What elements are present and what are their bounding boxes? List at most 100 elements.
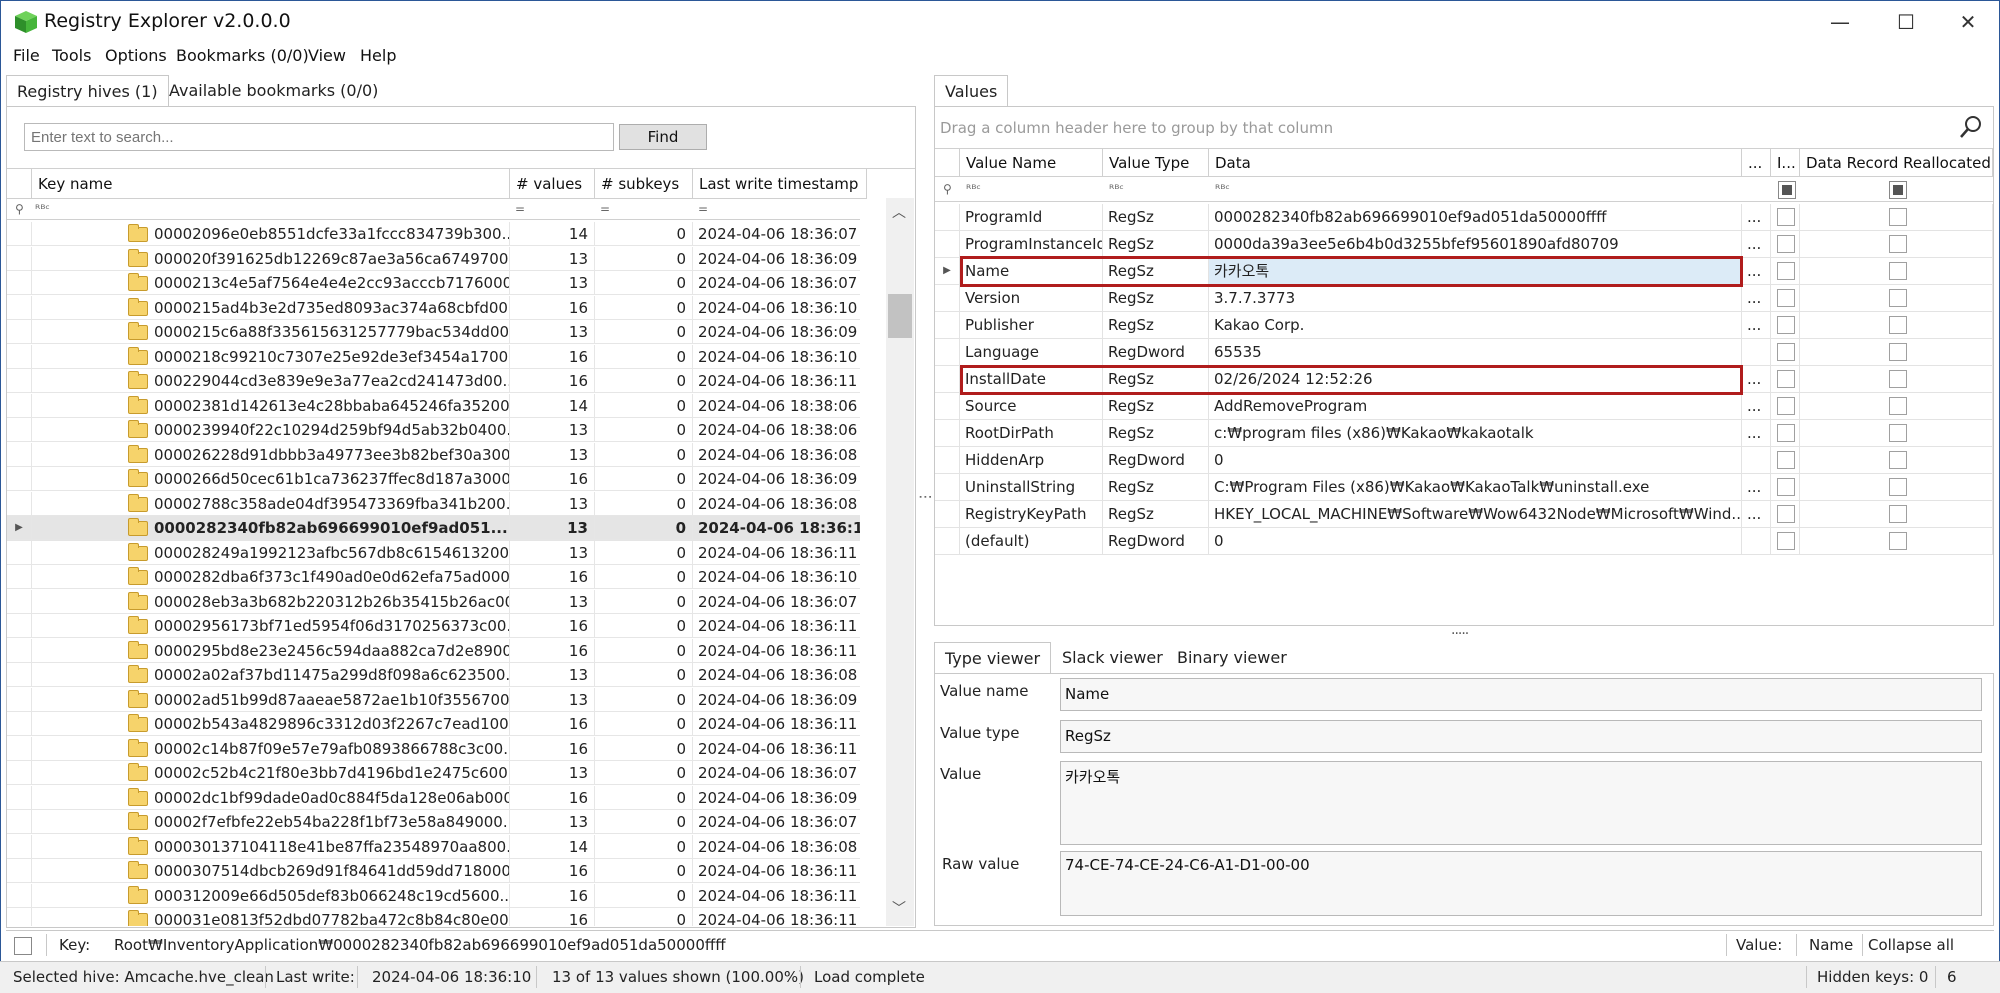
value-reallocated-checkbox[interactable] [1889,532,1907,550]
key-name-cell[interactable]: 000028eb3a3b682b220312b26b35415b26ac00..… [32,589,510,614]
tab-values[interactable]: Values [934,75,1009,107]
tree-scrollbar[interactable]: ︿ ﹀ [886,198,914,926]
menu-tools[interactable]: Tools [52,44,91,68]
raw-value-field[interactable]: 74-CE-74-CE-24-C6-A1-D1-00-00 [1060,851,1982,916]
tab-available-bookmarks[interactable]: Available bookmarks (0/0) [159,75,388,107]
key-name-cell[interactable]: 00002f7efbfe22eb54ba228f1bf73e58a849000.… [32,810,510,834]
value-name-field[interactable]: Name [1060,678,1982,711]
tree-row[interactable]: 0000215ad4b3e2d735ed8093ac374a68cbfd00..… [7,295,860,321]
key-name-cell[interactable]: 00002c52b4c21f80e3bb7d4196bd1e2475c600..… [32,761,510,785]
value-name-cell[interactable]: ProgramId [960,204,1103,231]
key-name-cell[interactable]: 00002dc1bf99dade0ad0c884f5da128e06ab000.… [32,785,510,810]
key-name-cell[interactable]: 0000295bd8e23e2456c594daa882ca7d2e8900..… [32,638,510,663]
value-more-button[interactable]: ... [1742,258,1771,285]
value-row[interactable]: Publisher RegSz Kakao Corp.... [935,312,1993,339]
value-row[interactable]: ProgramInstanceId RegSz 0000da39a3ee5e6b4b… [935,231,1993,258]
value-more-button[interactable]: ... [1742,285,1771,312]
value-i-checkbox[interactable] [1777,397,1795,415]
horizontal-splitter[interactable]: ..... [1451,622,1469,638]
value-row[interactable]: (default) RegDword 0 [935,528,1993,555]
value-name-cell[interactable]: Version [960,285,1103,312]
tree-row[interactable]: 0000295bd8e23e2456c594daa882ca7d2e8900..… [7,638,860,664]
tree-row[interactable]: 0000218c99210c7307e25e92de3ef3454a1700..… [7,344,860,370]
scroll-thumb[interactable] [888,294,912,338]
key-name-cell[interactable]: 0000307514dbcb269d91f84641dd59dd718000..… [32,859,510,883]
value-i-checkbox[interactable] [1777,478,1795,496]
filter-value-name-icon[interactable]: ᴿᴮᶜ [966,178,981,200]
value-row[interactable]: Language RegDword 65535 [935,339,1993,366]
value-field[interactable]: 카카오톡 [1060,761,1982,845]
menu-view[interactable]: View [308,44,346,68]
tree-row[interactable]: 00002c14b87f09e57e79afb0893866788c3c00..… [7,736,860,762]
tab-slack-viewer[interactable]: Slack viewer [1052,642,1173,674]
key-checkbox[interactable] [14,937,32,955]
tree-row[interactable]: 00002381d142613e4c28bbaba645246fa35200..… [7,393,860,419]
menu-file[interactable]: File [13,44,40,68]
key-name-cell[interactable]: 00002b543a4829896c3312d03f2267c7ead100..… [32,712,510,736]
value-reallocated-checkbox[interactable] [1889,424,1907,442]
tree-row[interactable]: 0000266d50cec61b1ca736237ffec8d187a3000.… [7,467,860,492]
value-more-button[interactable]: ... [1742,393,1771,420]
value-i-checkbox[interactable] [1777,235,1795,253]
close-button[interactable]: ✕ [1945,6,1991,38]
tree-row[interactable]: 0000215c6a88f335615631257779bac534dd00..… [7,320,860,345]
menu-options[interactable]: Options [105,44,167,68]
value-i-checkbox[interactable] [1777,532,1795,550]
col-value-type[interactable]: Value Type [1103,149,1209,177]
value-data-cell[interactable]: 0000da39a3ee5e6b4b0d3255bfef95601890afd8… [1209,231,1742,258]
filter-values-icon[interactable]: = [515,198,525,220]
value-reallocated-checkbox[interactable] [1889,289,1907,307]
value-name-cell[interactable]: HiddenArp [960,447,1103,474]
value-row[interactable]: Source RegSz AddRemoveProgram... [935,393,1993,420]
value-reallocated-checkbox[interactable] [1889,451,1907,469]
value-i-checkbox[interactable] [1777,370,1795,388]
key-name-cell[interactable]: 00002ad51b99d87aaeae5872ae1b10f3556700..… [32,687,510,712]
filter-i-checkbox[interactable] [1778,181,1796,199]
maximize-button[interactable]: ☐ [1883,6,1929,38]
tree-row[interactable]: 000229044cd3e839e9e3a77ea2cd241473d00...… [7,369,860,394]
minimize-button[interactable]: — [1817,6,1863,38]
tree-row[interactable]: 000312009e66d505def83b066248c19cd5600...… [7,883,860,909]
col-values[interactable]: # values [510,169,595,199]
tree-row[interactable]: 00002ad51b99d87aaeae5872ae1b10f3556700..… [7,687,860,713]
scroll-up-icon[interactable]: ︿ [892,202,906,222]
key-name-cell[interactable]: 00002c14b87f09e57e79afb0893866788c3c00..… [32,736,510,761]
value-reallocated-checkbox[interactable] [1889,397,1907,415]
value-reallocated-checkbox[interactable] [1889,262,1907,280]
key-name-cell[interactable]: 000020f391625db12269c87ae3a56ca6749700..… [32,246,510,271]
col-key-name[interactable]: Key name [32,169,510,199]
key-name-cell[interactable]: 000031e0813f52dbd07782ba472c8b84c80e00..… [32,908,510,926]
col-data[interactable]: Data [1209,149,1742,177]
col-last-write[interactable]: Last write timestamp [693,169,867,199]
tree-row[interactable]: 000026228d91dbbb3a49773ee3b82bef30a300..… [7,442,860,468]
key-name-cell[interactable]: 00002381d142613e4c28bbaba645246fa35200..… [32,393,510,418]
value-i-checkbox[interactable] [1777,316,1795,334]
value-reallocated-checkbox[interactable] [1889,316,1907,334]
filter-reallocated-checkbox[interactable] [1889,181,1907,199]
value-more-button[interactable]: ... [1742,231,1771,258]
vertical-splitter[interactable]: ⋮ [917,490,933,504]
col-value-name[interactable]: Value Name [960,149,1103,177]
tree-row[interactable]: 00002f7efbfe22eb54ba228f1bf73e58a849000.… [7,810,860,835]
value-reallocated-checkbox[interactable] [1889,505,1907,523]
value-row[interactable]: Version RegSz 3.7.7.3773... [935,285,1993,312]
value-name-cell[interactable]: Language [960,339,1103,366]
key-name-cell[interactable]: 00002096e0eb8551dcfe33a1fccc834739b300..… [32,222,510,246]
tree-row[interactable]: 00002a02af37bd11475a299d8f098a6c623500..… [7,663,860,688]
value-more-button[interactable]: ... [1742,474,1771,501]
value-i-checkbox[interactable] [1777,505,1795,523]
tree-row[interactable]: 0000213c4e5af7564e4e4e2cc93acccb7176000.… [7,271,860,296]
key-name-cell[interactable]: 0000215c6a88f335615631257779bac534dd00..… [32,320,510,344]
col-more[interactable]: ... [1742,149,1771,177]
tab-binary-viewer[interactable]: Binary viewer [1167,642,1297,674]
menu-bookmarks[interactable]: Bookmarks (0/0) [176,44,309,68]
key-name-cell[interactable]: 000229044cd3e839e9e3a77ea2cd241473d00... [32,369,510,393]
tree-row[interactable]: 000020f391625db12269c87ae3a56ca6749700..… [7,246,860,272]
value-name-cell[interactable]: RootDirPath [960,420,1103,447]
filter-data-icon[interactable]: ᴿᴮᶜ [1215,178,1230,200]
find-button[interactable]: Find [619,124,707,150]
col-i[interactable]: I... [1771,149,1800,177]
value-name-cell[interactable]: Source [960,393,1103,420]
value-more-button[interactable] [1742,447,1771,474]
key-name-cell[interactable]: 00002a02af37bd11475a299d8f098a6c623500..… [32,663,510,687]
